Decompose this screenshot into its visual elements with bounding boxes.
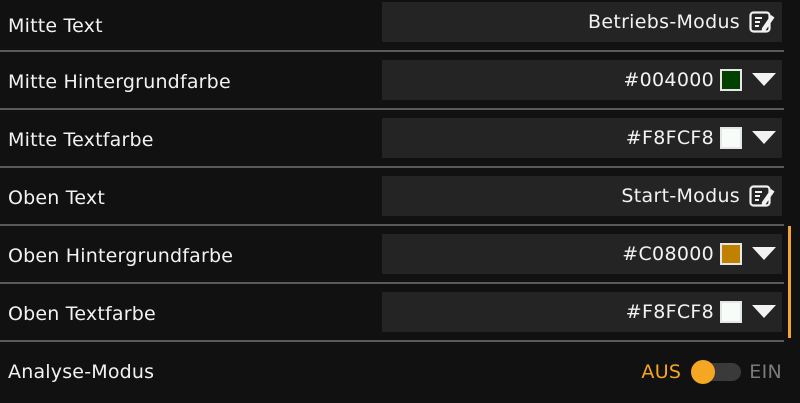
mitte-text-field[interactable]: Betriebs-Modus (382, 2, 782, 42)
setting-label: Oben Textfarbe (8, 303, 156, 325)
mitte-hintergrundfarbe-dropdown[interactable]: #004000 (382, 60, 782, 100)
dropdown-triangle-icon[interactable] (750, 302, 778, 322)
row-divider (0, 108, 784, 110)
setting-label: Mitte Textfarbe (8, 129, 154, 151)
edit-icon[interactable] (748, 8, 778, 36)
dropdown-triangle-icon[interactable] (750, 70, 778, 90)
setting-label: Analyse-Modus (8, 361, 155, 383)
edit-icon[interactable] (748, 182, 778, 210)
setting-label: Oben Text (8, 187, 106, 209)
color-swatch (720, 243, 742, 265)
field-value: Betriebs-Modus (588, 11, 740, 33)
color-value: #C08000 (622, 243, 714, 265)
dropdown-triangle-icon[interactable] (750, 128, 778, 148)
setting-label: Oben Hintergrundfarbe (8, 245, 234, 267)
row-divider (0, 282, 784, 284)
color-swatch (720, 69, 742, 91)
color-value: #004000 (623, 69, 714, 91)
oben-hintergrundfarbe-dropdown[interactable]: #C08000 (382, 234, 782, 274)
mitte-textfarbe-dropdown[interactable]: #F8FCF8 (382, 118, 782, 158)
analyse-modus-toggle[interactable] (689, 360, 742, 384)
color-swatch (720, 127, 742, 149)
row-divider (0, 340, 784, 342)
analyse-modus-toggle-group: AUS EIN (641, 352, 782, 392)
row-divider (0, 166, 784, 168)
setting-label: Mitte Text (8, 15, 103, 37)
toggle-on-label: EIN (749, 361, 782, 383)
oben-textfarbe-dropdown[interactable]: #F8FCF8 (382, 292, 782, 332)
color-value: #F8FCF8 (625, 127, 714, 149)
color-value: #F8FCF8 (625, 301, 714, 323)
row-divider (0, 50, 784, 52)
toggle-off-label: AUS (641, 361, 682, 383)
setting-label: Mitte Hintergrundfarbe (8, 71, 231, 93)
color-swatch (720, 301, 742, 323)
scroll-indicator[interactable] (788, 226, 791, 338)
oben-text-field[interactable]: Start-Modus (382, 176, 782, 216)
dropdown-triangle-icon[interactable] (750, 244, 778, 264)
field-value: Start-Modus (621, 185, 740, 207)
row-divider (0, 224, 784, 226)
